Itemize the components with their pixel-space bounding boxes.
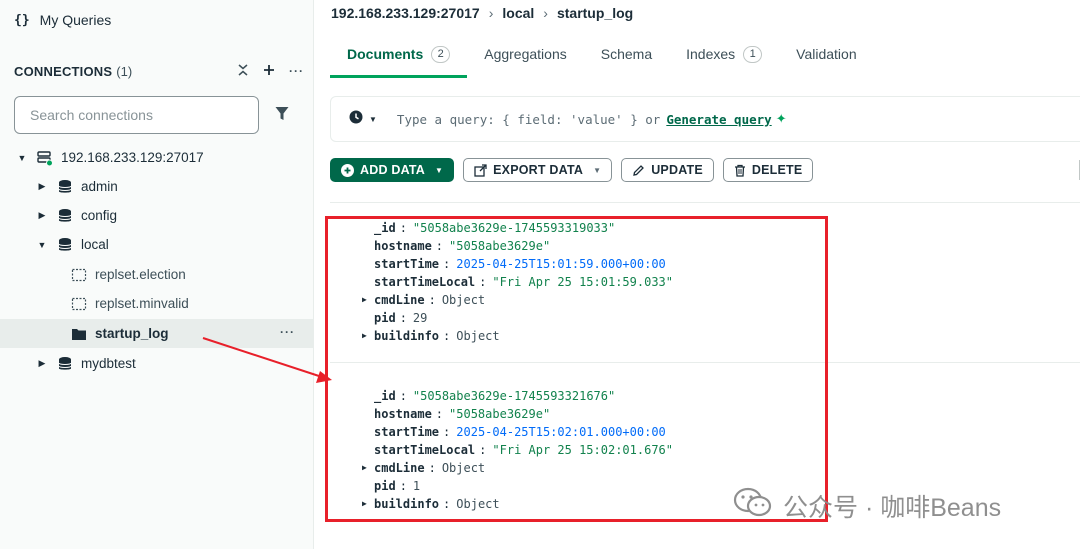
collapse-all-icon[interactable] (237, 63, 249, 79)
connections-title: CONNECTIONS (14, 63, 113, 79)
plus-circle-icon (341, 163, 354, 177)
my-queries-link[interactable]: {} My Queries (14, 10, 111, 30)
export-data-label: EXPORT DATA (493, 163, 584, 177)
braces-icon: {} (14, 12, 30, 28)
filter-icon[interactable] (275, 106, 291, 122)
database-icon (57, 179, 73, 195)
trash-icon (734, 164, 746, 177)
breadcrumb-db[interactable]: local (502, 5, 534, 21)
tab-validation[interactable]: Validation (779, 40, 873, 78)
highlight-box (325, 216, 828, 522)
query-history-button[interactable]: ▼ (349, 110, 377, 129)
caret-right-icon: ▶ (38, 210, 46, 220)
db-label-config: config (81, 208, 118, 223)
query-placeholder[interactable]: Type a query: { field: 'value' } or (397, 112, 660, 127)
export-data-button[interactable]: EXPORT DATA ▼ (463, 158, 613, 182)
database-icon (57, 237, 73, 253)
collection-label: startup_log (95, 326, 169, 341)
generate-query-link[interactable]: Generate query (666, 112, 771, 127)
sparkle-icon: ✦ (775, 111, 787, 126)
update-label: UPDATE (651, 163, 703, 177)
breadcrumb-host[interactable]: 192.168.233.129:27017 (331, 5, 480, 21)
sidebar-item-local[interactable]: ▼ local (37, 230, 109, 259)
caret-down-icon: ▼ (435, 165, 444, 175)
connection-host[interactable]: ▼ 192.168.233.129:27017 (17, 143, 204, 172)
tab-documents[interactable]: Documents 2 (330, 40, 468, 78)
delete-label: DELETE (751, 163, 803, 177)
caret-down-icon: ▼ (17, 152, 27, 163)
connections-count: (1) (116, 63, 133, 79)
collection-icon (71, 296, 87, 312)
caret-down-icon: ▼ (369, 114, 377, 124)
collection-label: replset.election (95, 267, 186, 282)
sidebar: {} My Queries CONNECTIONS (1) ··· ▼ 192.… (0, 0, 314, 549)
search-connections-input[interactable] (30, 107, 250, 123)
wechat-logo-icon (733, 487, 773, 524)
sidebar-item-replset-election[interactable]: replset.election (71, 260, 186, 289)
tab-label: Documents (347, 46, 424, 62)
my-queries-label: My Queries (39, 12, 112, 28)
chevron-right-icon: › (488, 5, 494, 21)
update-button[interactable]: UPDATE (621, 158, 714, 182)
tab-aggregations[interactable]: Aggregations (467, 40, 584, 78)
collection-icon (71, 267, 87, 283)
tab-badge: 2 (431, 46, 451, 63)
connections-header: CONNECTIONS (1) ··· (14, 61, 304, 81)
watermark: 公众号 · 咖啡Beans (733, 487, 1001, 524)
tab-label: Schema (600, 46, 653, 62)
server-icon (37, 150, 53, 166)
sidebar-item-config[interactable]: ▶ config (37, 201, 118, 230)
caret-down-icon: ▼ (593, 165, 602, 175)
collection-more-icon[interactable]: ··· (280, 325, 295, 339)
db-label-admin: admin (81, 179, 118, 194)
tab-label: Aggregations (484, 46, 567, 62)
sidebar-item-replset-minvalid[interactable]: replset.minvalid (71, 289, 189, 318)
tab-label: Validation (796, 46, 857, 62)
clock-icon (349, 110, 363, 129)
caret-right-icon: ▶ (38, 358, 46, 368)
tab-badge: 1 (743, 46, 763, 63)
add-data-button[interactable]: ADD DATA ▼ (330, 158, 455, 182)
sidebar-item-startup-log[interactable]: startup_log (71, 319, 169, 348)
documents-toolbar: ADD DATA ▼ EXPORT DATA ▼ UPDATE DELETE (330, 158, 814, 182)
sidebar-item-admin[interactable]: ▶ admin (37, 172, 118, 201)
chevron-right-icon: › (543, 5, 548, 21)
tab-label: Indexes (686, 46, 736, 62)
search-connections-field[interactable] (14, 96, 259, 134)
database-icon (57, 208, 73, 224)
breadcrumb-collection: startup_log (556, 5, 634, 21)
connection-host-label: 192.168.233.129:27017 (61, 150, 204, 165)
add-connection-icon[interactable] (263, 63, 275, 79)
add-data-label: ADD DATA (360, 163, 426, 177)
more-options-icon[interactable]: ··· (289, 64, 304, 78)
tab-schema[interactable]: Schema (584, 40, 669, 78)
delete-button[interactable]: DELETE (722, 158, 814, 182)
sidebar-item-mydbtest[interactable]: ▶ mydbtest (37, 349, 136, 378)
pencil-icon (632, 164, 645, 177)
export-icon (474, 163, 487, 177)
breadcrumb: 192.168.233.129:27017 › local › startup_… (331, 4, 633, 22)
caret-down-icon: ▼ (37, 239, 47, 250)
db-label-local: local (81, 237, 109, 252)
tab-indexes[interactable]: Indexes 1 (669, 40, 779, 78)
database-icon (57, 356, 73, 372)
caret-right-icon: ▶ (38, 181, 46, 191)
folder-icon (71, 326, 87, 342)
db-label-mydbtest: mydbtest (81, 356, 136, 371)
watermark-text: 公众号 · 咖啡Beans (783, 493, 1002, 522)
query-bar[interactable]: ▼ Type a query: { field: 'value' } or Ge… (330, 96, 1080, 142)
collection-label: replset.minvalid (95, 296, 189, 311)
collection-tabs: Documents 2 Aggregations Schema Indexes … (330, 40, 874, 78)
